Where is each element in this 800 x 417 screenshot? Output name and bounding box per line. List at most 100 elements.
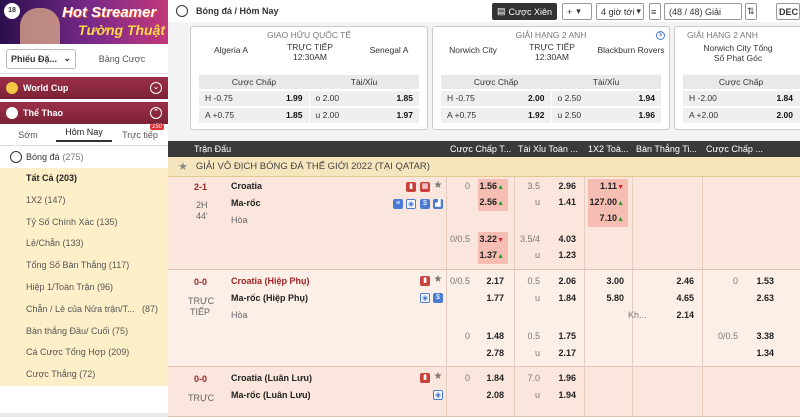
time-filter-select[interactable]: 4 giờ tới ▾ bbox=[596, 3, 644, 20]
dollar-icon[interactable]: $ bbox=[433, 293, 443, 303]
odds-cell[interactable]: 2.96 bbox=[546, 179, 580, 193]
odds-cell[interactable]: 1.11▼ bbox=[588, 179, 628, 195]
odds-cell[interactable]: 1.75 bbox=[546, 329, 580, 343]
star-icon[interactable]: ★ bbox=[178, 160, 188, 173]
odds-cell[interactable]: 1.94 bbox=[546, 388, 580, 402]
chart-icon[interactable]: ▟ bbox=[433, 199, 443, 209]
star-icon[interactable]: ★ bbox=[433, 372, 443, 382]
odds-cell[interactable]: 7.10▲ bbox=[588, 211, 628, 227]
menu-item[interactable]: Cược Thắng (72) bbox=[0, 364, 168, 386]
lock-icon[interactable]: ▮ bbox=[420, 276, 430, 286]
promo-banner[interactable]: 18 Hot Streamer Tường Thuật bbox=[0, 0, 168, 44]
menu-item[interactable]: 1X2 (147) bbox=[0, 190, 168, 212]
parlay-button[interactable]: ▤ Cược Xiên bbox=[492, 3, 557, 20]
dollar-icon[interactable]: $ bbox=[420, 199, 430, 209]
odds-cell[interactable]: A +0.75 1.85 bbox=[199, 108, 309, 123]
bet-slip-dropdown[interactable]: Phiếu Đặ... ⌄ bbox=[6, 48, 76, 69]
sport-item-soccer[interactable]: Bóng đá (275) bbox=[0, 146, 168, 168]
stats-icon[interactable]: ≡ bbox=[393, 199, 403, 209]
odds-cell[interactable]: 2.06 bbox=[546, 274, 580, 288]
add-button[interactable]: + ▾ bbox=[562, 3, 592, 20]
star-icon[interactable]: ★ bbox=[433, 181, 443, 191]
odds-cell[interactable]: 1.37▲ bbox=[478, 248, 508, 264]
odds-cell[interactable]: o 2.50 1.94 bbox=[550, 91, 662, 106]
handicap-header: Cược Chấp bbox=[473, 77, 519, 87]
odds-cell[interactable]: 1.23 bbox=[546, 248, 580, 262]
menu-item[interactable]: Tất Cả (203) bbox=[0, 168, 168, 190]
odds-format-select[interactable]: DEC bbox=[776, 3, 800, 20]
odds-cell[interactable]: 1.48 bbox=[478, 329, 508, 343]
tab-live[interactable]: Trực tiếp bbox=[112, 130, 168, 140]
odds-cell[interactable]: 3.22▼ bbox=[478, 232, 508, 248]
menu-item[interactable]: Hiệp 1/Toàn Trận (96) bbox=[0, 277, 168, 299]
menu-item[interactable]: Chẵn / Lẻ của Nửa trận/T... (87) bbox=[0, 299, 168, 321]
handicap-header: Cược Chấp bbox=[231, 77, 277, 87]
worldcup-section[interactable]: World Cup ⌄ bbox=[0, 77, 168, 99]
odds-cell[interactable]: u 2.00 1.97 bbox=[308, 108, 420, 123]
odds-value: 1.97 bbox=[396, 110, 413, 120]
league-header[interactable]: ★ GIẢI VÔ ĐỊCH BÓNG ĐÁ THẾ GIỚI 2022 (TẠ… bbox=[168, 157, 800, 177]
odds-cell[interactable]: 2.63 bbox=[744, 291, 778, 305]
under-label: u bbox=[534, 250, 540, 260]
odds-cell[interactable]: 1.96 bbox=[546, 371, 580, 385]
live-icon[interactable]: ◉ bbox=[433, 390, 443, 400]
odds-cell[interactable]: 1.84 bbox=[546, 291, 580, 305]
odds-cell[interactable]: 4.03 bbox=[546, 232, 580, 246]
odds-row: A +2.00 2.00 bbox=[683, 108, 800, 123]
odds-cell[interactable]: H -0.75 2.00 bbox=[441, 91, 551, 106]
menu-item[interactable]: Bàn thắng Đầu/ Cuối (75) bbox=[0, 321, 168, 343]
sort-icon[interactable]: ⇅ bbox=[745, 3, 757, 20]
filter-icon[interactable]: ≡ bbox=[649, 3, 661, 20]
odds-cell[interactable]: 1.84 bbox=[478, 371, 508, 385]
star-icon[interactable]: ★ bbox=[433, 275, 443, 285]
column-header: Cược Chấp ... bbox=[706, 144, 763, 154]
featured-card[interactable]: GIẢI HẠNG 2 ANH Norwich City Tổng Số Phạt… bbox=[674, 26, 800, 130]
live-icon[interactable]: ◉ bbox=[420, 293, 430, 303]
lock-icon[interactable]: ▮ bbox=[406, 182, 416, 192]
league-filter-button[interactable]: (48 / 48) Giải bbox=[664, 3, 742, 20]
odds-cell[interactable]: u 2.50 1.96 bbox=[550, 108, 662, 123]
odds-cell[interactable]: 2.78 bbox=[478, 346, 508, 360]
odds-cell[interactable]: 2.17 bbox=[478, 274, 508, 288]
odds-cell[interactable]: 1.34 bbox=[744, 346, 778, 360]
info-icon[interactable]: $ bbox=[656, 31, 665, 40]
odds-cell[interactable]: 2.56▲ bbox=[478, 195, 508, 211]
odds-cell[interactable]: 2.14 bbox=[652, 308, 698, 322]
menu-item[interactable]: Tổng Số Bàn Thắng (117) bbox=[0, 255, 168, 277]
odds-cell[interactable]: A +0.75 1.92 bbox=[441, 108, 551, 123]
odds-cell[interactable]: 3.00 bbox=[588, 274, 628, 288]
odds-cell[interactable]: 2.08 bbox=[478, 388, 508, 402]
odds-cell[interactable]: 3.38 bbox=[744, 329, 778, 343]
menu-item-label: Cược Thắng (72) bbox=[26, 369, 96, 380]
market-menu: Tất Cả (203) 1X2 (147) Tỷ Số Chính Xác (… bbox=[0, 168, 168, 386]
live-icon[interactable]: ◉ bbox=[406, 199, 416, 209]
odds-cell[interactable]: H -2.00 1.84 bbox=[683, 91, 799, 106]
scoreboard-icon[interactable]: ▦ bbox=[420, 182, 430, 192]
menu-item[interactable]: Cá Cược Tổng Hợp (209) bbox=[0, 342, 168, 364]
arrow-down-icon: ▼ bbox=[497, 237, 504, 244]
odds-cell[interactable]: 127.00▲ bbox=[588, 195, 628, 211]
odds-cell[interactable]: 1.53 bbox=[744, 274, 778, 288]
menu-item[interactable]: Tỷ Số Chính Xác (135) bbox=[0, 212, 168, 234]
under-label: u bbox=[534, 197, 540, 207]
draw-label: Hòa bbox=[231, 215, 248, 225]
odds-value: 7.10 bbox=[599, 213, 618, 223]
odds-cell[interactable]: 2.17 bbox=[546, 346, 580, 360]
tab-early[interactable]: Sớm bbox=[0, 130, 56, 140]
odds-cell[interactable]: 4.65 bbox=[652, 291, 698, 305]
odds-cell[interactable]: 2.46 bbox=[652, 274, 698, 288]
odds-cell[interactable]: 1.41 bbox=[546, 195, 580, 209]
odds-cell[interactable]: A +2.00 2.00 bbox=[683, 108, 799, 123]
odds-cell[interactable]: 1.56▲ bbox=[478, 179, 508, 195]
odds-cell[interactable]: 5.80 bbox=[588, 291, 628, 305]
odds-cell[interactable]: o 2.00 1.85 bbox=[308, 91, 420, 106]
lock-icon[interactable]: ▮ bbox=[420, 373, 430, 383]
menu-item[interactable]: Lẻ/Chẵn (133) bbox=[0, 233, 168, 255]
featured-card[interactable]: $ GIẢI HẠNG 2 ANH Norwich City TRỰC TIẾP… bbox=[432, 26, 670, 130]
featured-card[interactable]: GIAO HỮU QUỐC TẾ Algeria A TRỰC TIẾP 12:3… bbox=[190, 26, 428, 130]
tab-today[interactable]: Hôm Nay bbox=[56, 127, 112, 142]
bet-table-tab[interactable]: Bảng Cược bbox=[76, 54, 168, 64]
odds-cell[interactable]: 1.77 bbox=[478, 291, 508, 305]
odds-cell[interactable]: H -0.75 1.99 bbox=[199, 91, 309, 106]
sports-section[interactable]: Thể Thao ⌃ bbox=[0, 102, 168, 124]
